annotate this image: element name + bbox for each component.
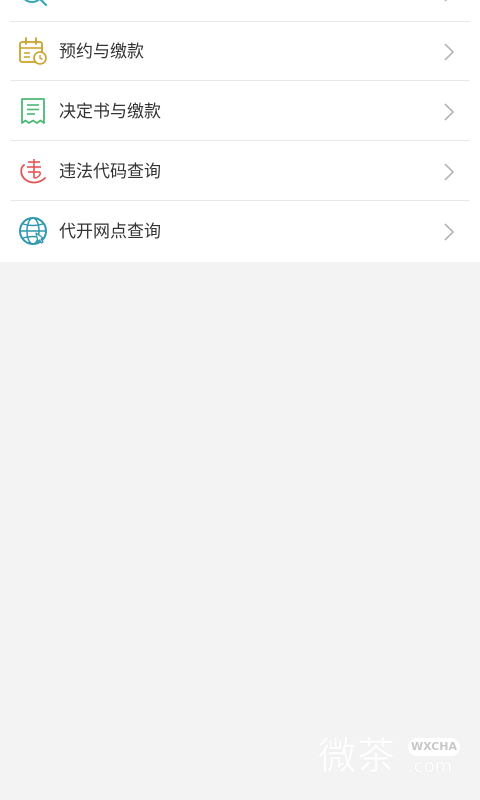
- watermark-domain: .com: [408, 756, 453, 777]
- list-item-search[interactable]: [10, 0, 470, 22]
- list-item-outlet-query[interactable]: 代开网点查询: [10, 202, 470, 261]
- list-item-decision-payment[interactable]: 决定书与缴款: [10, 82, 470, 141]
- list-item-violation-code[interactable]: 违法代码查询: [10, 142, 470, 201]
- chevron-right-icon: [444, 0, 448, 2]
- list-item-label: 决定书与缴款: [59, 102, 161, 122]
- list-item-label: 违法代码查询: [59, 162, 161, 182]
- watermark-text: 微茶: [318, 734, 397, 778]
- calendar-clock-icon: [19, 37, 47, 65]
- chevron-right-icon: [444, 163, 455, 181]
- list-item-appointment-payment[interactable]: 预约与缴款: [10, 22, 470, 81]
- list-item-label: 代开网点查询: [59, 222, 161, 242]
- list-item-label: 预约与缴款: [59, 42, 144, 62]
- search-icon: [24, 0, 48, 7]
- violation-code-icon: [20, 159, 46, 184]
- watermark: 微茶 WXCHA .com: [318, 732, 468, 782]
- chevron-right-icon: [444, 43, 455, 61]
- chevron-right-icon: [444, 103, 455, 121]
- chevron-right-icon: [444, 223, 455, 241]
- watermark-badge: WXCHA: [408, 738, 460, 756]
- service-list: 预约与缴款 决定书与缴款 违法代码查询 代开网点查询: [0, 0, 480, 262]
- globe-icon: [19, 217, 47, 245]
- receipt-icon: [21, 98, 45, 124]
